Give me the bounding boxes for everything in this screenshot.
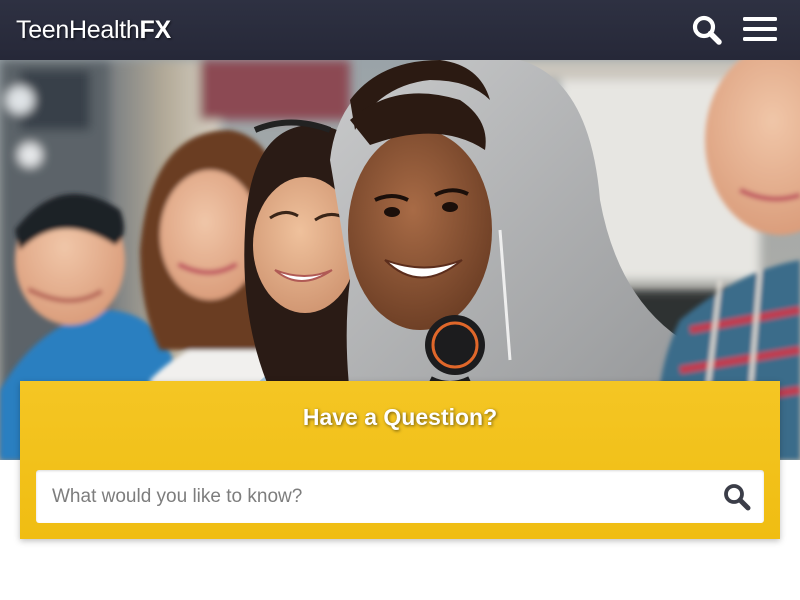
question-search-submit-button[interactable] (722, 482, 752, 512)
page: TeenHealth FX Have a Question? What woul… (0, 0, 800, 600)
search-icon (692, 15, 722, 45)
question-search-box (36, 470, 764, 523)
search-icon (724, 484, 751, 511)
question-search-input[interactable] (36, 470, 706, 523)
menu-button[interactable] (740, 14, 780, 46)
question-panel: Have a Question? (20, 381, 780, 539)
site-header: TeenHealth FX (0, 0, 800, 60)
logo-text-bold: FX (139, 15, 171, 44)
site-logo[interactable]: TeenHealth FX (16, 16, 171, 45)
logo-text-light: TeenHealth (16, 15, 140, 44)
hamburger-menu-icon (743, 17, 777, 41)
header-search-button[interactable] (690, 13, 724, 47)
question-title: Have a Question? (302, 404, 498, 430)
